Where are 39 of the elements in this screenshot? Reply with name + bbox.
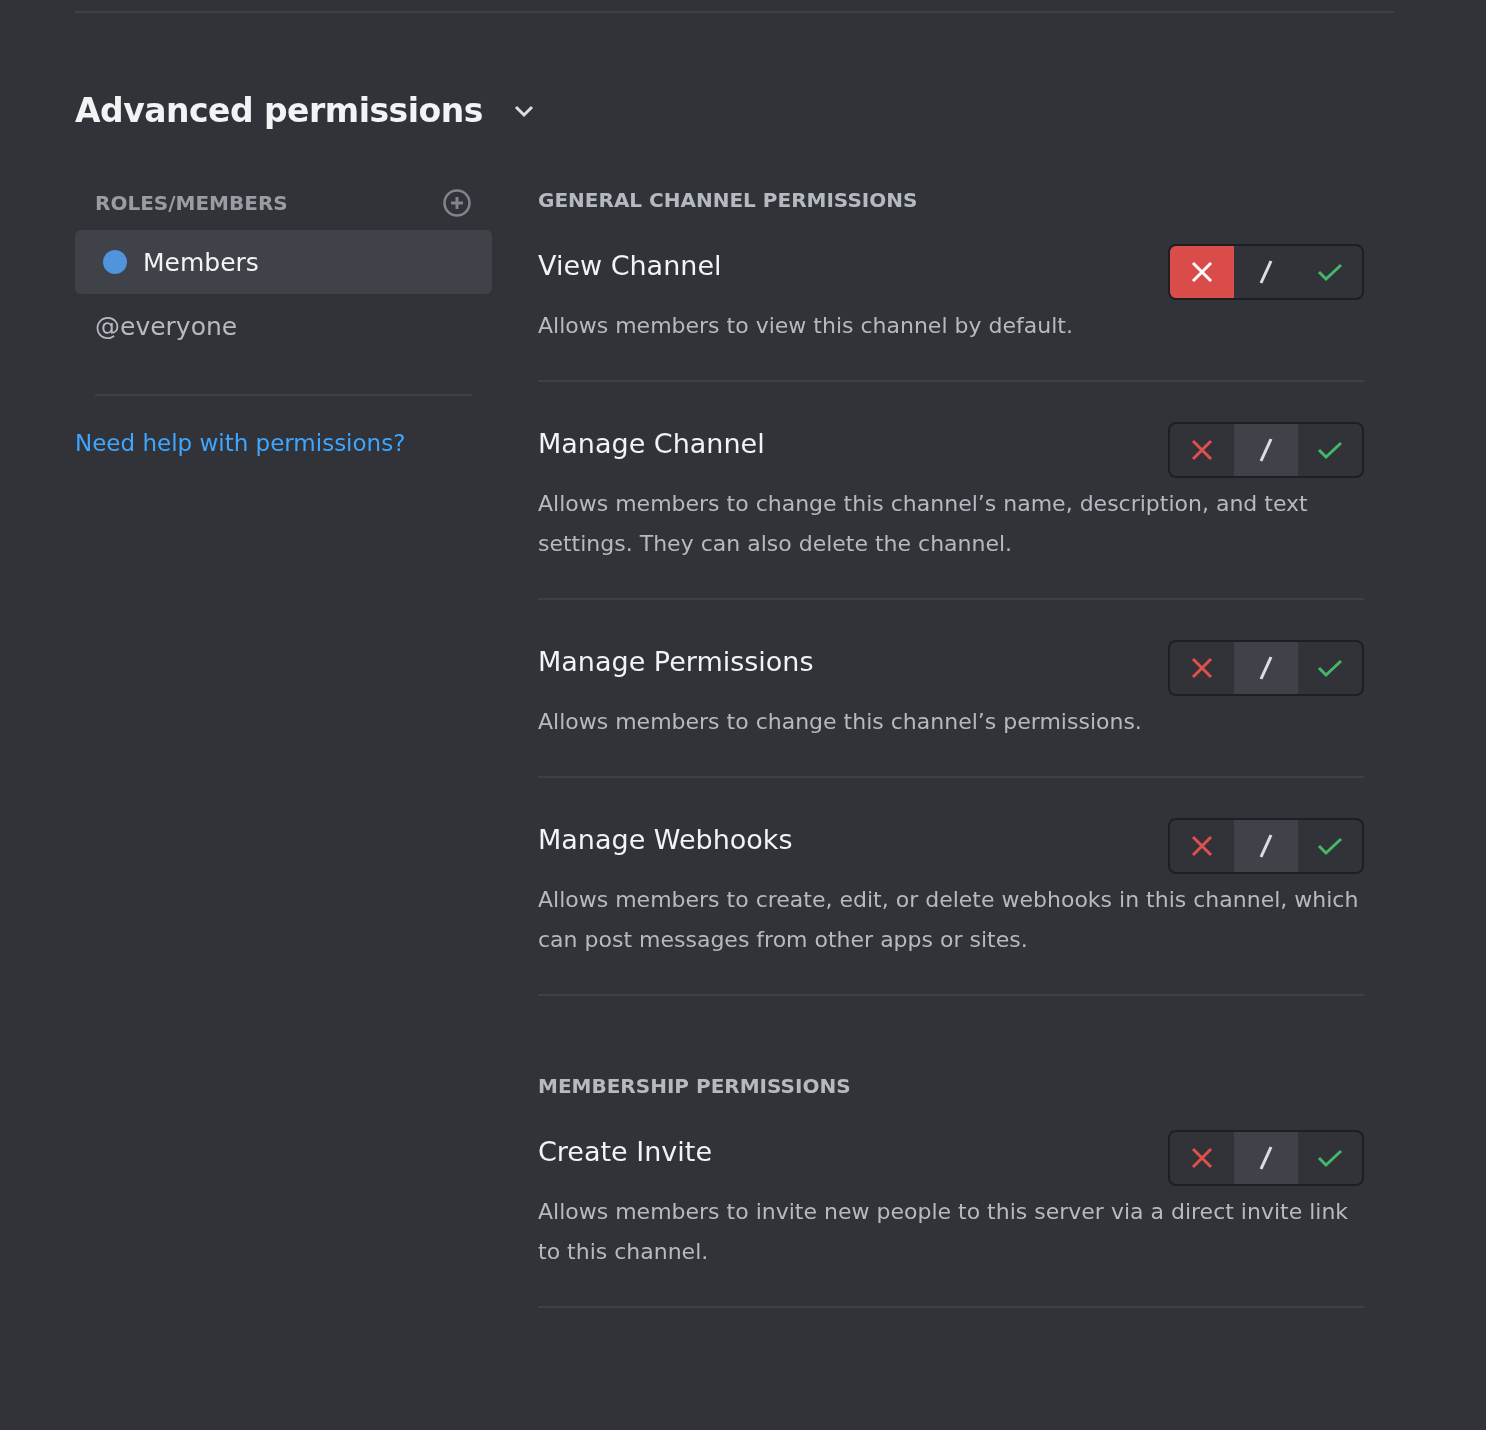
permission-name: Create Invite (538, 1136, 713, 1167)
check-icon (1317, 836, 1343, 856)
section-heading: GENERAL CHANNEL PERMISSIONS (538, 188, 919, 214)
close-icon (1190, 834, 1214, 858)
check-icon (1317, 262, 1343, 282)
section-heading: MEMBERSHIP PERMISSIONS (538, 1074, 852, 1100)
slash-icon (1259, 437, 1273, 463)
close-icon (1190, 438, 1214, 462)
slash-icon (1259, 1145, 1273, 1171)
close-icon (1190, 1146, 1214, 1170)
inherit-option[interactable] (1234, 642, 1298, 694)
deny-option[interactable] (1170, 246, 1234, 298)
add-icon[interactable] (442, 188, 472, 218)
inherit-option[interactable] (1234, 424, 1298, 476)
permission-description: Allows members to invite new people to this server via a direct invite link to this channel. (538, 1198, 1350, 1266)
section-title: Advanced permissions (75, 91, 483, 130)
check-icon (1317, 1148, 1343, 1168)
close-icon (1190, 656, 1214, 680)
slash-icon (1259, 833, 1273, 859)
permission-name: Manage Channel (538, 428, 765, 459)
close-icon (1190, 260, 1214, 284)
permission-name: Manage Permissions (538, 646, 814, 677)
help-link[interactable]: Need help with permissions? (75, 430, 406, 456)
permission-description: Allows members to create, edit, or delete webhooks in this channel, which can post messages from other apps or sites. (538, 886, 1360, 954)
permission-description: Allows members to change this channel’s permissions. (538, 708, 1143, 736)
chevron-down-icon[interactable] (512, 103, 535, 118)
roles-heading: ROLES/MEMBERS (95, 191, 288, 215)
permission-description: Allows members to view this channel by default. (538, 312, 1074, 340)
check-icon (1317, 440, 1343, 460)
inherit-option[interactable] (1234, 1132, 1298, 1184)
role-item[interactable]: @everyone (75, 294, 492, 358)
permission-name: Manage Webhooks (538, 824, 793, 855)
permission-name: View Channel (538, 250, 722, 281)
check-icon (1317, 658, 1343, 678)
inherit-option[interactable] (1234, 820, 1298, 872)
slash-icon (1259, 259, 1273, 285)
permission-description: Allows members to change this channel’s name, description, and text settings. They can also delete the channel. (538, 490, 1309, 558)
slash-icon (1259, 655, 1273, 681)
role-item[interactable]: Members (75, 230, 492, 294)
